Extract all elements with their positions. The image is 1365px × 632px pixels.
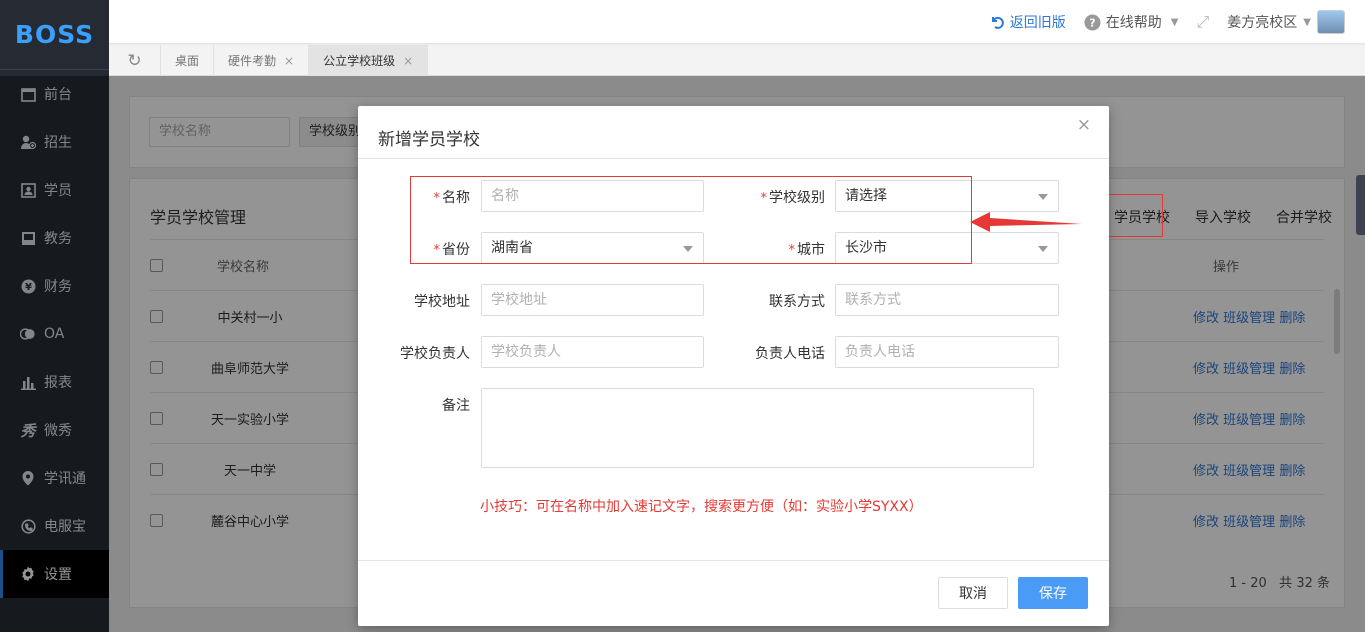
add-school-dialog: 新增学员学校 × * 名称 名称 * 学校级别 请选择 * 省份 湖南省 * 城市 长沙… (358, 106, 1109, 626)
dialog-header-divider (358, 158, 1109, 159)
contact-label: 联系方式 (769, 294, 825, 310)
close-icon[interactable]: × (403, 54, 413, 68)
dialog-footer-divider (358, 560, 1109, 561)
svg-text:?: ? (1089, 16, 1095, 29)
annotation-required-fields-box (410, 176, 972, 264)
tab-bar: ↻ 桌面 硬件考勤 × 公立学校班级 × (109, 45, 1365, 76)
logo: BOSS (0, 0, 109, 70)
back-to-old-version-label: 返回旧版 (1009, 15, 1066, 31)
campus-dropdown[interactable]: 姜方亮校区 ▼ (1227, 10, 1345, 34)
annotation-arrow (970, 212, 1082, 232)
address-input[interactable]: 学校地址 (481, 284, 704, 316)
undo-icon (991, 16, 1004, 29)
page-edge-handle (1356, 175, 1365, 235)
top-bar-actions: 返回旧版 ? 在线帮助 ▼ ⤢ 姜方亮校区 ▼ (989, 0, 1345, 44)
tab-public-school-class[interactable]: 公立学校班级 × (309, 45, 429, 76)
online-help-label: 在线帮助 (1105, 15, 1162, 31)
chevron-down-icon: ▼ (1303, 16, 1311, 28)
chevron-down-icon: ▼ (1170, 16, 1179, 28)
address-label: 学校地址 (414, 294, 470, 310)
fullscreen-icon[interactable]: ⤢ (1196, 12, 1209, 32)
close-icon[interactable]: × (1077, 115, 1091, 135)
principal-phone-label: 负责人电话 (755, 346, 825, 362)
principal-phone-input[interactable]: 负责人电话 (835, 336, 1059, 368)
tab-hardware-attendance[interactable]: 硬件考勤 × (214, 45, 310, 76)
contact-input[interactable]: 联系方式 (835, 284, 1059, 316)
close-icon[interactable]: × (284, 54, 294, 68)
avatar[interactable] (1317, 10, 1345, 34)
dialog-title: 新增学员学校 (378, 130, 480, 150)
principal-label: 学校负责人 (400, 346, 470, 362)
tab-label: 公立学校班级 (323, 54, 396, 68)
tab-desktop[interactable]: 桌面 (161, 45, 215, 76)
question-circle-icon: ? (1084, 14, 1101, 30)
cancel-button[interactable]: 取消 (938, 577, 1008, 609)
campus-label: 姜方亮校区 (1227, 15, 1298, 31)
chevron-down-icon (1038, 194, 1048, 200)
principal-input[interactable]: 学校负责人 (481, 336, 704, 368)
tip-text: 小技巧：可在名称中加入速记文字，搜索更方便（如：实验小学SYXX） (480, 499, 923, 515)
online-help-dropdown[interactable]: ? 在线帮助 ▼ (1084, 12, 1179, 32)
tab-label: 硬件考勤 (228, 54, 277, 68)
save-button[interactable]: 保存 (1018, 577, 1088, 609)
chevron-down-icon (1038, 246, 1048, 252)
refresh-button[interactable]: ↻ (109, 45, 161, 76)
back-to-old-version-link[interactable]: 返回旧版 (989, 12, 1066, 32)
tab-label: 桌面 (175, 54, 200, 68)
top-bar: 返回旧版 ? 在线帮助 ▼ ⤢ 姜方亮校区 ▼ (109, 0, 1365, 44)
remark-label: 备注 (442, 398, 470, 414)
remark-textarea[interactable] (481, 388, 1034, 468)
